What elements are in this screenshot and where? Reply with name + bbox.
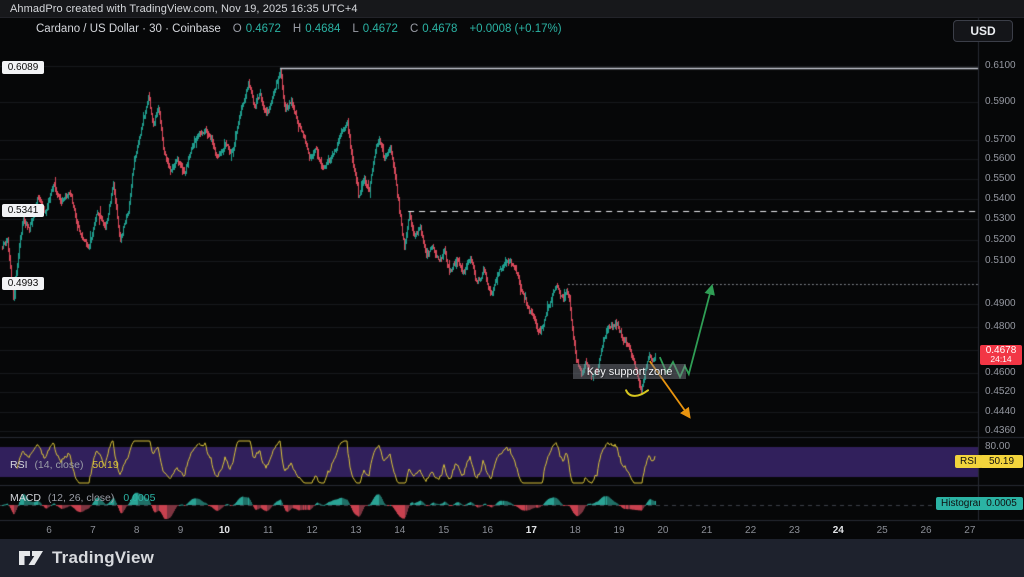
time-tick-20: 20 [657,525,668,536]
price-chart-canvas[interactable] [0,0,1024,577]
rsi-legend[interactable]: RSI (14, close) 50.19 [10,459,119,471]
price-tick: 0.4360 [985,425,1016,436]
key-support-zone-label: Key support zone [587,366,673,378]
level-price-label-0.6089: 0.6089 [2,61,44,74]
time-tick-18: 18 [570,525,581,536]
time-tick-8: 8 [134,525,140,536]
price-tick: 0.5900 [985,96,1016,107]
time-tick-19: 19 [613,525,624,536]
time-tick-26: 26 [920,525,931,536]
time-tick-24: 24 [833,525,844,536]
time-tick-6: 6 [46,525,52,536]
time-tick-10: 10 [219,525,230,536]
last-price-label: 0.4678 24:14 [980,345,1022,365]
price-tick: 0.4600 [985,367,1016,378]
price-tick: 0.5300 [985,213,1016,224]
attribution-text: AhmadPro created with TradingView.com, N… [10,3,358,15]
symbol-legend[interactable]: Cardano / US Dollar · 30 · Coinbase O 0.4… [36,22,562,36]
price-tick: 0.5400 [985,193,1016,204]
macd-value: 0.0005 [123,492,155,504]
time-tick-16: 16 [482,525,493,536]
low-label: L [352,23,358,35]
change-value: +0.0008 (+0.17%) [469,23,561,35]
attribution-bar: AhmadPro created with TradingView.com, N… [0,0,1024,18]
rsi-title: RSI [10,459,28,471]
macd-axis-value: 0.0005 [980,497,1023,510]
high-value: 0.4684 [305,23,340,35]
tradingview-logo-icon[interactable] [18,548,44,568]
brand-name[interactable]: TradingView [52,548,154,568]
price-tick: 0.5500 [985,173,1016,184]
time-tick-13: 13 [350,525,361,536]
macd-title: MACD [10,492,41,504]
price-tick: 0.5200 [985,234,1016,245]
price-tick: 0.4800 [985,321,1016,332]
footer-bar: TradingView [0,539,1024,577]
level-price-label-0.5341: 0.5341 [2,204,44,217]
price-tick: 0.4520 [985,386,1016,397]
time-tick-12: 12 [307,525,318,536]
rsi-axis-value: 50.19 [980,455,1023,468]
time-tick-27: 27 [964,525,975,536]
time-tick-7: 7 [90,525,96,536]
level-price-label-0.4993: 0.4993 [2,277,44,290]
price-tick: 0.4900 [985,298,1016,309]
time-tick-11: 11 [263,525,273,536]
close-value: 0.4678 [422,23,457,35]
price-tick: 0.5700 [985,134,1016,145]
macd-params: (12, 26, close) [48,492,115,504]
time-tick-21: 21 [701,525,712,536]
time-axis[interactable]: 6 7 8 9 10 11 12 13 14 15 16 17 18 19 20 21 22 23 24 25 26 27 [0,521,1024,539]
currency-toggle-button[interactable]: USD [953,20,1013,42]
time-tick-14: 14 [394,525,405,536]
price-tick: 0.4440 [985,406,1016,417]
close-label: C [410,23,418,35]
rsi-badge: RSI [955,455,982,468]
open-label: O [233,23,242,35]
macd-legend[interactable]: MACD (12, 26, close) 0.0005 [10,492,155,504]
symbol-title: Cardano / US Dollar · 30 · Coinbase [36,23,221,35]
time-tick-22: 22 [745,525,756,536]
rsi-value: 50.19 [92,459,118,471]
time-tick-15: 15 [438,525,449,536]
rsi-params: (14, close) [34,459,83,471]
time-tick-23: 23 [789,525,800,536]
price-tick: 0.6100 [985,60,1016,71]
rsi-scale-tick: 80.00 [985,441,1010,452]
low-value: 0.4672 [363,23,398,35]
price-tick: 0.5100 [985,255,1016,266]
key-support-zone[interactable]: Key support zone [573,364,686,379]
price-tick: 0.5600 [985,153,1016,164]
bar-countdown: 24:14 [980,355,1022,364]
time-tick-17: 17 [526,525,537,536]
tradingview-chart-app: Key support zone AhmadPro created with T… [0,0,1024,577]
high-label: H [293,23,301,35]
time-tick-25: 25 [877,525,888,536]
time-tick-9: 9 [178,525,184,536]
open-value: 0.4672 [246,23,281,35]
